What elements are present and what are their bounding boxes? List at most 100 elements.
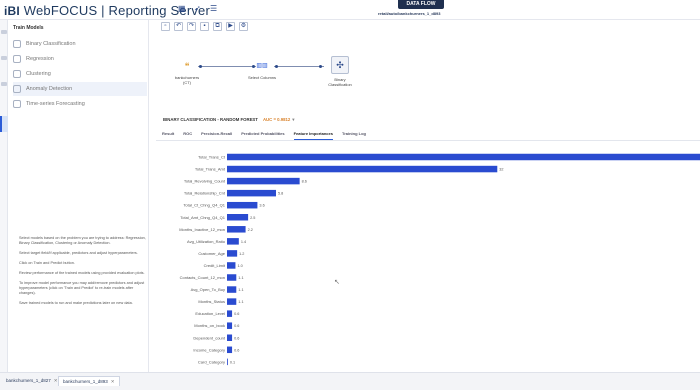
bar-value-label: 0.6 bbox=[234, 324, 239, 328]
sidebar-title: Train Models bbox=[13, 25, 44, 31]
rail-icon[interactable] bbox=[1, 56, 7, 60]
sidebar-item-binary-classification[interactable]: Binary Classification bbox=[13, 37, 147, 51]
bar-value-label: 0.1 bbox=[230, 360, 235, 364]
bar[interactable] bbox=[227, 262, 236, 269]
result-tabs: Result ROC Precision-Recall Predicted Pr… bbox=[162, 129, 375, 140]
bar-value-label: 1.1 bbox=[238, 288, 243, 292]
bar[interactable] bbox=[227, 298, 237, 305]
bottom-tab-bankchurners-d827[interactable]: bankchurners_1_d827 ✕ bbox=[2, 376, 62, 386]
left-rail bbox=[0, 20, 8, 372]
tab-training-log[interactable]: Training Log bbox=[342, 129, 366, 140]
description-paragraph: Select models based on the problem you a… bbox=[19, 236, 146, 245]
sidebar-item-anomaly-detection[interactable]: Anomaly Detection bbox=[13, 82, 147, 96]
bottom-tab-label: bankchurners_1_d827 bbox=[6, 378, 51, 383]
rocket-icon[interactable]: ➶ bbox=[194, 4, 203, 13]
model-icon: ✣ bbox=[331, 56, 349, 74]
sidebar-item-regression[interactable]: Regression bbox=[13, 52, 147, 66]
bar-value-label: 2.5 bbox=[250, 216, 255, 220]
bar-value-label: 0.6 bbox=[234, 336, 239, 340]
link-endpoint bbox=[275, 65, 278, 68]
category-label: Months_Status bbox=[198, 299, 225, 304]
flow-node-label: Select Columns bbox=[247, 75, 276, 80]
bar-value-label: 0.6 bbox=[234, 312, 239, 316]
bar[interactable] bbox=[227, 322, 233, 329]
flow-node-sublabel: Classification bbox=[328, 82, 352, 87]
category-label: Total_Ct_Chng_Q4_Q1 bbox=[183, 203, 225, 208]
category-label: Months_Inactive_12_mon bbox=[179, 227, 225, 232]
bar[interactable] bbox=[227, 153, 700, 161]
sidebar-item-time-series-forecasting[interactable]: Time-series Forecasting bbox=[13, 97, 147, 111]
category-label: Customer_Age bbox=[198, 251, 225, 256]
bar-value-label: 1.1 bbox=[238, 300, 243, 304]
bar-value-label: 32 bbox=[499, 168, 503, 172]
bar[interactable] bbox=[227, 189, 276, 197]
bar-value-label: 5.8 bbox=[278, 192, 283, 196]
model-title: BINARY CLASSIFICATION - RANDOM FOREST bbox=[163, 117, 258, 122]
feature-importance-chart: Total_Trans_Ct Total_Trans_Amt 32 Total_Rev… bbox=[156, 144, 700, 372]
bar[interactable] bbox=[227, 286, 237, 293]
bar[interactable] bbox=[227, 346, 233, 354]
bar[interactable] bbox=[227, 214, 249, 221]
play-icon[interactable]: ▶ bbox=[226, 22, 235, 31]
sidebar-item-clustering[interactable]: Clustering bbox=[13, 67, 147, 81]
sidebar-item-label: Anomaly Detection bbox=[26, 86, 73, 92]
grid-icon[interactable]: ▦ bbox=[178, 4, 187, 13]
bar-value-label: 1.2 bbox=[239, 252, 244, 256]
auc-value: AUC = 0.9812 bbox=[262, 117, 291, 122]
bottom-tab-bar: bankchurners_1_d827 ✕ bankchurners_1_d893… bbox=[0, 372, 700, 390]
flow-node-binary-classification[interactable]: ✣ Binary Classification bbox=[320, 56, 360, 87]
bar[interactable] bbox=[227, 201, 258, 209]
close-icon[interactable]: ✕ bbox=[54, 378, 58, 383]
redo-icon[interactable]: ↷ bbox=[187, 22, 196, 31]
bar[interactable] bbox=[227, 334, 233, 342]
close-icon[interactable]: ✕ bbox=[111, 379, 115, 384]
columns-icon: ▥▥ bbox=[256, 63, 268, 69]
link-endpoint bbox=[199, 65, 202, 68]
data-flow-subtitle: retail/auto/bankchurners_1_d893 bbox=[378, 11, 441, 16]
bar[interactable] bbox=[227, 177, 300, 185]
flow-node-sublabel: (CT) bbox=[183, 80, 191, 85]
copy-icon[interactable]: ⧉ bbox=[213, 22, 222, 31]
tab-feature-importances[interactable]: Feature Importances bbox=[293, 129, 333, 140]
flow-toolbar: ▫ ↶ ↷ ▪ ⧉ ▶ ⚙ bbox=[161, 22, 248, 31]
list-icon[interactable]: ☰ bbox=[210, 4, 219, 13]
chevron-down-icon[interactable]: ▾ bbox=[292, 117, 294, 122]
bar-value-label: 0.6 bbox=[234, 348, 239, 352]
rail-icon[interactable] bbox=[1, 30, 7, 34]
settings-icon[interactable]: ⚙ bbox=[239, 22, 248, 31]
flow-canvas[interactable]: ❝ bankchurners (CT) ▥▥ Select Columns ✣ … bbox=[156, 36, 700, 121]
binary-icon bbox=[13, 40, 21, 48]
rail-icon[interactable] bbox=[1, 82, 7, 86]
bar[interactable] bbox=[227, 310, 233, 317]
tab-precision-recall[interactable]: Precision-Recall bbox=[201, 129, 232, 140]
category-label: Total_Trans_Amt bbox=[195, 167, 226, 172]
tab-result[interactable]: Result bbox=[162, 129, 174, 140]
bar[interactable] bbox=[227, 274, 237, 281]
sidebar: Train Models Binary Classification Regre… bbox=[9, 20, 149, 372]
sidebar-item-label: Binary Classification bbox=[26, 41, 76, 47]
bottom-tab-bankchurners-d893[interactable]: bankchurners_1_d893 ✕ bbox=[58, 376, 120, 386]
bar[interactable] bbox=[227, 250, 238, 257]
tabs-divider bbox=[156, 140, 700, 141]
model-panel-header: BINARY CLASSIFICATION - RANDOM FOREST AUC… bbox=[163, 117, 294, 123]
bottom-tab-label: bankchurners_1_d893 bbox=[63, 379, 108, 384]
rail-selected-item[interactable] bbox=[0, 116, 8, 132]
undo-icon[interactable]: ↶ bbox=[174, 22, 183, 31]
run-icon[interactable]: ▪ bbox=[200, 22, 209, 31]
bar-value-label: 1.4 bbox=[241, 240, 246, 244]
save-icon[interactable]: ▫ bbox=[161, 22, 170, 31]
category-label: Months_on_book bbox=[194, 323, 225, 328]
category-label: Card_Category bbox=[198, 359, 225, 364]
bar[interactable] bbox=[227, 238, 239, 245]
bar[interactable] bbox=[227, 226, 246, 233]
flow-node-select-columns[interactable]: ▥▥ Select Columns bbox=[242, 60, 282, 80]
data-flow-tab[interactable]: DATA FLOW bbox=[398, 0, 444, 9]
flow-node-source[interactable]: ❝ bankchurners (CT) bbox=[167, 60, 207, 85]
bar[interactable] bbox=[227, 358, 228, 366]
timeseries-icon bbox=[13, 100, 21, 108]
chart-svg: Total_Trans_Ct Total_Trans_Amt 32 Total_Rev… bbox=[179, 153, 700, 366]
tab-predicted-probabilities[interactable]: Predicted Probabilities bbox=[241, 129, 284, 140]
tab-roc[interactable]: ROC bbox=[183, 129, 192, 140]
bar-value-label: 1.0 bbox=[237, 264, 242, 268]
bar[interactable] bbox=[227, 165, 498, 173]
